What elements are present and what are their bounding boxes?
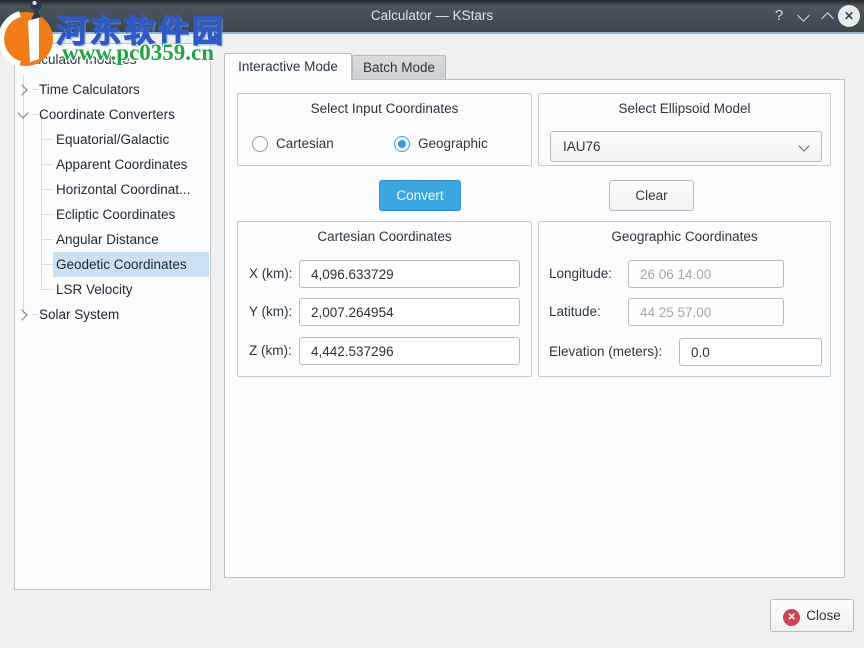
chevron-right-icon[interactable] — [16, 309, 27, 320]
latitude-label: Latitude: — [549, 298, 601, 326]
geographic-coordinates-group: Geographic Coordinates Longitude: Latitu… — [538, 221, 831, 377]
latitude-input[interactable] — [628, 298, 784, 326]
longitude-label: Longitude: — [549, 260, 612, 288]
radio-unchecked-icon[interactable] — [252, 136, 268, 152]
tab-batch-mode[interactable]: Batch Mode — [352, 55, 446, 80]
select-input-coordinates-group: Select Input Coordinates Cartesian Geogr… — [237, 93, 532, 166]
y-input[interactable] — [299, 298, 520, 326]
z-input[interactable] — [299, 337, 520, 365]
close-icon[interactable]: ✕ — [838, 5, 860, 27]
group-title: Cartesian Coordinates — [238, 229, 531, 244]
chevron-right-icon[interactable] — [16, 84, 27, 95]
cartesian-coordinates-group: Cartesian Coordinates X (km): Y (km): Z … — [237, 221, 532, 377]
convert-button[interactable]: Convert — [379, 180, 461, 211]
group-title: Select Input Coordinates — [238, 101, 531, 116]
sidebar-item-apparent-coordinates[interactable]: Apparent Coordinates — [15, 152, 210, 177]
sidebar-item-horizontal-coordinates[interactable]: Horizontal Coordinat... — [15, 177, 210, 202]
close-button[interactable]: ✕ Close — [770, 599, 854, 632]
x-label: X (km): — [249, 260, 293, 288]
sidebar-item-lsr-velocity[interactable]: LSR Velocity — [15, 277, 210, 302]
titlebar: Calculator — KStars ? ✕ — [0, 0, 864, 32]
window-title: Calculator — KStars — [0, 0, 864, 32]
titlebar-accent-line — [0, 32, 864, 34]
select-ellipsoid-model-group: Select Ellipsoid Model IAU76 — [538, 93, 831, 166]
chevron-down-icon — [798, 140, 809, 151]
calculator-modules-tree: Calculator modules Time Calculators Coor… — [14, 43, 211, 590]
elevation-label: Elevation (meters): — [549, 338, 662, 366]
sidebar-item-geodetic-coordinates[interactable]: Geodetic Coordinates — [15, 252, 210, 277]
elevation-input[interactable] — [679, 338, 822, 366]
tree-header: Calculator modules — [21, 52, 137, 67]
interactive-mode-panel: Select Input Coordinates Cartesian Geogr… — [224, 79, 845, 578]
close-button-label: Close — [806, 608, 841, 623]
tab-interactive-mode[interactable]: Interactive Mode — [224, 53, 352, 80]
sidebar-item-equatorial-galactic[interactable]: Equatorial/Galactic — [15, 127, 210, 152]
group-title: Geographic Coordinates — [539, 229, 830, 244]
clear-button[interactable]: Clear — [609, 180, 694, 211]
close-dialog-icon: ✕ — [783, 609, 800, 626]
chevron-down-icon[interactable] — [17, 107, 28, 118]
help-icon[interactable]: ? — [768, 0, 790, 32]
sidebar-item-ecliptic-coordinates[interactable]: Ecliptic Coordinates — [15, 202, 210, 227]
x-input[interactable] — [299, 260, 520, 288]
sidebar-item-coordinate-converters[interactable]: Coordinate Converters — [15, 102, 210, 127]
y-label: Y (km): — [249, 298, 292, 326]
ellipsoid-model-dropdown[interactable]: IAU76 — [550, 131, 822, 162]
sidebar-item-time-calculators[interactable]: Time Calculators — [15, 77, 210, 102]
z-label: Z (km): — [249, 337, 292, 365]
longitude-input[interactable] — [628, 260, 784, 288]
sidebar-item-solar-system[interactable]: Solar System — [15, 302, 210, 327]
group-title: Select Ellipsoid Model — [539, 101, 830, 116]
sidebar-item-angular-distance[interactable]: Angular Distance — [15, 227, 210, 252]
radio-checked-icon[interactable] — [394, 136, 410, 152]
